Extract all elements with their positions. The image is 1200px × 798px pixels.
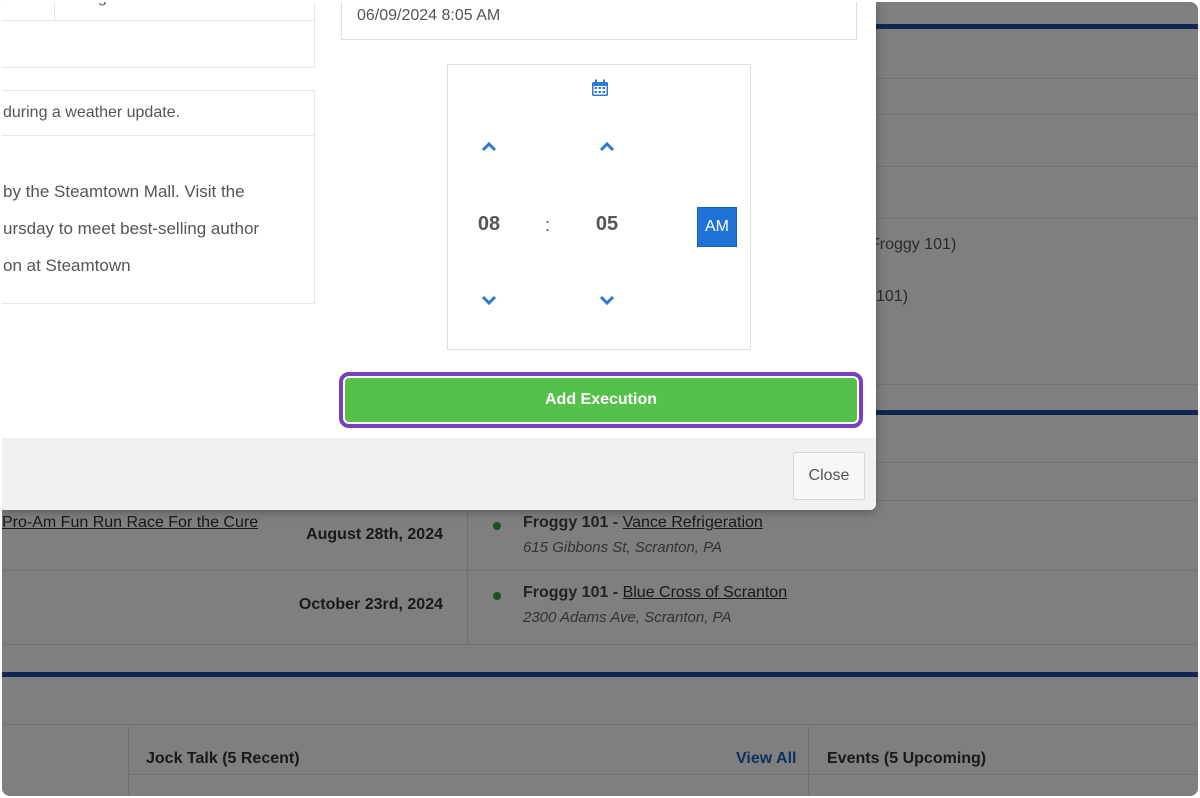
calendar-icon[interactable] (591, 79, 609, 97)
add-execution-modal: g during a weather update. by the Steamt… (2, 2, 876, 510)
minute-value[interactable]: 05 (587, 213, 627, 236)
time-separator: : (545, 215, 551, 235)
cell-divider (54, 2, 55, 21)
divider (2, 20, 314, 21)
app-window: Froggy 101) 101) Pro-Am Fun Run Race For… (2, 2, 1198, 796)
message-line: by the Steamtown Mall. Visit the (3, 182, 245, 201)
minute-down-chevron-down-icon[interactable] (595, 290, 619, 310)
minute-up-chevron-up-icon[interactable] (595, 137, 619, 157)
add-execution-button[interactable]: Add Execution (345, 378, 857, 422)
message-line: ursday to meet best-selling author (3, 219, 260, 238)
text-fragment: g (98, 2, 107, 7)
time-picker: 08 : 05 AM (447, 64, 751, 350)
hour-value[interactable]: 08 (469, 213, 509, 236)
message-header: during a weather update. (3, 104, 181, 121)
datetime-input[interactable]: 06/09/2024 8:05 AM (341, 2, 857, 40)
hour-down-chevron-down-icon[interactable] (477, 290, 501, 310)
divider (2, 135, 314, 136)
period-toggle-button[interactable]: AM (697, 207, 737, 247)
message-line: on at Steamtown (3, 256, 131, 275)
hour-up-chevron-up-icon[interactable] (477, 137, 501, 157)
message-box: during a weather update. by the Steamtow… (2, 90, 315, 304)
close-button[interactable]: Close (793, 452, 865, 500)
info-box: g (2, 2, 315, 68)
modal-footer (2, 438, 876, 510)
